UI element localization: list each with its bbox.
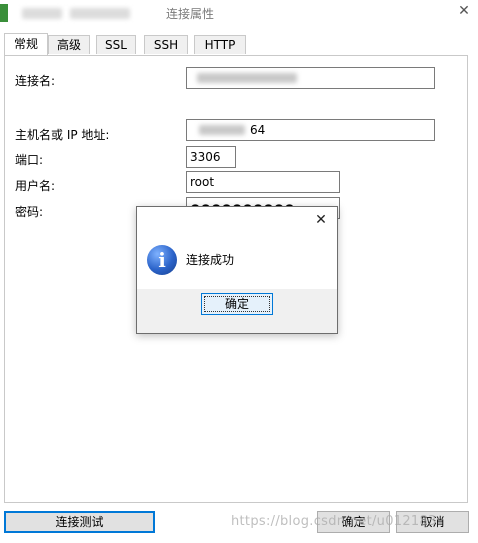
dialog-message: 连接成功 — [186, 253, 235, 267]
host-label: 主机名或 IP 地址: — [15, 128, 110, 142]
dialog-close-icon[interactable]: ✕ — [311, 210, 331, 230]
title-blur-1 — [22, 8, 62, 19]
port-input[interactable]: 3306 — [186, 146, 236, 168]
dialog-ok-button[interactable]: 确定 — [201, 293, 273, 315]
success-dialog: ✕ i 连接成功 确定 — [136, 206, 338, 334]
host-value-suffix: 64 — [250, 123, 266, 137]
tab-advanced[interactable]: 高级 — [48, 35, 90, 54]
dialog-title-bar: ✕ — [137, 207, 337, 235]
tab-ssl[interactable]: SSL — [96, 35, 136, 54]
redacted-text — [197, 73, 297, 83]
cancel-button[interactable]: 取消 — [396, 511, 469, 533]
test-connection-button[interactable]: 连接测试 — [4, 511, 155, 533]
username-label: 用户名: — [15, 179, 56, 193]
connection-name-input[interactable] — [186, 67, 435, 89]
tab-ssh[interactable]: SSH — [144, 35, 188, 54]
info-icon: i — [147, 245, 177, 275]
host-input[interactable]: 64 — [186, 119, 435, 141]
port-label: 端口: — [15, 153, 44, 167]
dialog-body: i 连接成功 — [137, 235, 337, 289]
title-blur-2 — [70, 8, 130, 19]
close-icon[interactable]: ✕ — [455, 2, 473, 20]
tab-general[interactable]: 常规 — [4, 33, 48, 55]
app-icon — [0, 4, 8, 22]
username-input[interactable]: root — [186, 171, 340, 193]
password-label: 密码: — [15, 205, 44, 219]
title-bar: 连接属性 ✕ — [0, 0, 478, 28]
connection-name-label: 连接名: — [15, 74, 56, 88]
ok-button[interactable]: 确定 — [317, 511, 390, 533]
tab-http[interactable]: HTTP — [194, 35, 246, 54]
window-title: 连接属性 — [166, 7, 215, 21]
redacted-host — [199, 125, 245, 135]
